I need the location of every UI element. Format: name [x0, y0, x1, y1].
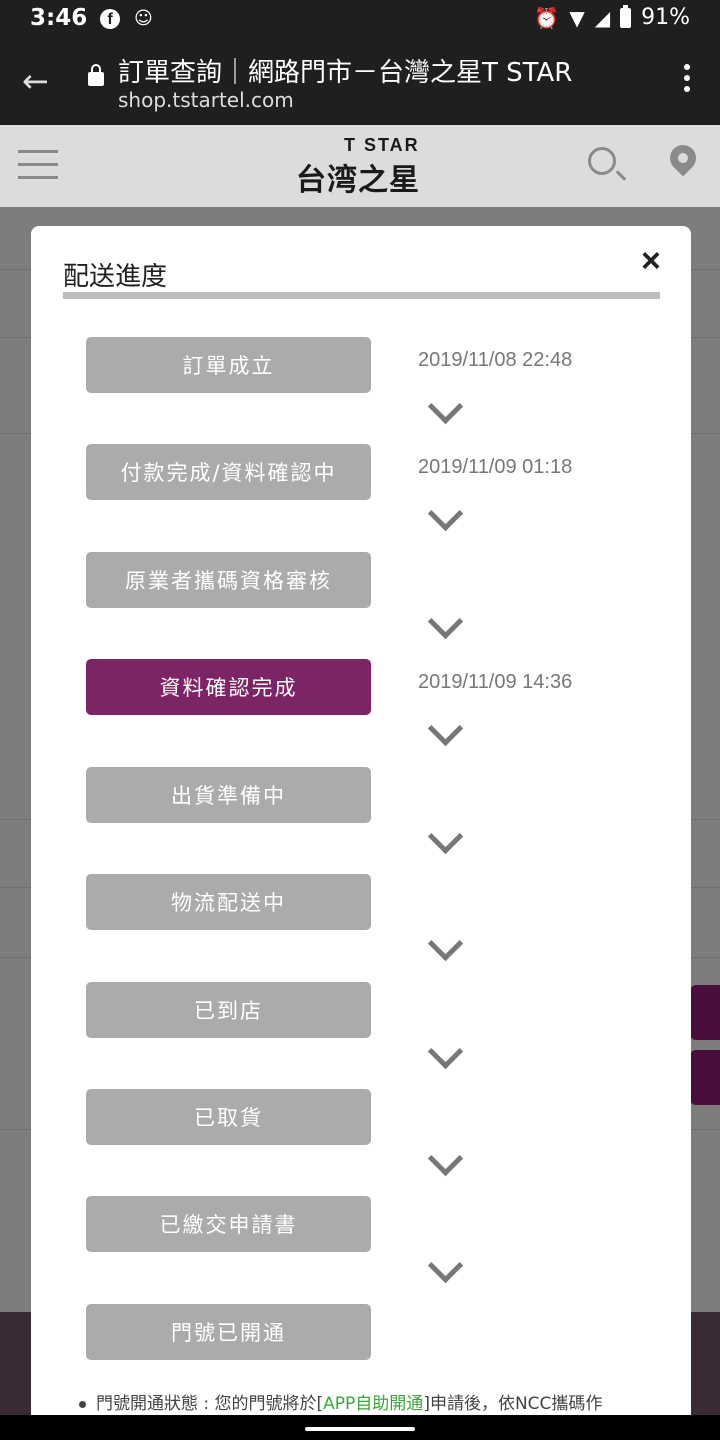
delivery-progress-modal: 配送進度 × 訂單成立 2019/11/08 22:48 付款完成/資料確認中 … — [31, 226, 691, 1415]
step-order-created: 訂單成立 — [86, 337, 371, 393]
chevron-down-icon — [429, 505, 461, 537]
chevron-down-icon — [429, 720, 461, 752]
url-text[interactable]: shop.tstartel.com — [118, 88, 294, 112]
back-arrow-icon[interactable]: ← — [22, 62, 49, 100]
battery-level: 91% — [641, 5, 690, 30]
signal-icon: ◢ — [594, 5, 611, 30]
step-time: 2019/11/08 22:48 — [418, 349, 573, 371]
chevron-down-icon — [429, 1257, 461, 1289]
modal-title: 配送進度 — [63, 262, 168, 292]
step-in-delivery: 物流配送中 — [86, 874, 371, 930]
step-number-activated: 門號已開通 — [86, 1304, 371, 1360]
logo-main[interactable]: 台湾之星 — [296, 155, 420, 199]
chevron-down-icon — [429, 935, 461, 967]
bg-button — [690, 985, 720, 1040]
bullet-icon — [79, 1400, 86, 1408]
status-icons: ⏰ ▼ ◢ 91% — [534, 4, 690, 30]
alarm-icon: ⏰ — [534, 5, 560, 30]
step-time: 2019/11/09 14:36 — [418, 671, 573, 693]
status-time: 3:46 — [30, 5, 88, 31]
chevron-down-icon — [429, 828, 461, 860]
chevron-down-icon — [429, 1043, 461, 1075]
step-picked-up: 已取貨 — [86, 1089, 371, 1145]
face-icon: ☺ — [134, 8, 153, 29]
system-nav-bar — [0, 1415, 720, 1440]
more-menu-icon[interactable] — [684, 64, 690, 97]
note-prefix: 門號開通狀態 : 您的門號將於[ — [96, 1394, 324, 1414]
close-icon[interactable]: × — [641, 244, 661, 278]
status-bar: 3:46 f ☺ ⏰ ▼ ◢ 91% — [0, 0, 720, 40]
battery-icon — [620, 4, 632, 28]
step-time: 2019/11/09 01:18 — [418, 456, 573, 478]
logo-tstar[interactable]: T STAR — [344, 135, 420, 156]
chevron-down-icon — [429, 613, 461, 645]
search-icon[interactable] — [588, 147, 616, 175]
step-arrived-store: 已到店 — [86, 982, 371, 1038]
app-activation-link[interactable]: APP自助開通 — [323, 1394, 423, 1414]
browser-toolbar: ← 訂單查詢｜網路門市－台灣之星T STAR shop.tstartel.com — [0, 40, 720, 125]
facebook-icon: f — [100, 9, 120, 29]
wifi-icon: ▼ — [569, 5, 585, 30]
step-payment-complete: 付款完成/資料確認中 — [86, 444, 371, 500]
chevron-down-icon — [429, 398, 461, 430]
hamburger-menu-icon[interactable] — [18, 150, 58, 189]
lock-icon[interactable] — [88, 64, 104, 86]
site-header: T STAR 台湾之星 — [0, 125, 720, 332]
home-gesture-pill[interactable] — [305, 1427, 415, 1431]
bg-button — [690, 1050, 720, 1105]
location-pin-icon[interactable] — [664, 139, 702, 177]
title-divider — [63, 292, 660, 299]
page-title[interactable]: 訂單查詢｜網路門市－台灣之星T STAR — [118, 52, 572, 89]
note-suffix: ]申請後，依NCC攜碼作 — [423, 1394, 603, 1414]
step-application-submitted: 已繳交申請書 — [86, 1196, 371, 1252]
step-preparing-shipment: 出貨準備中 — [86, 767, 371, 823]
activation-note: 門號開通狀態 : 您的門號將於[APP自助開通]申請後，依NCC攜碼作 — [79, 1389, 602, 1414]
step-data-confirmed: 資料確認完成 — [86, 659, 371, 715]
step-port-review: 原業者攜碼資格審核 — [86, 552, 371, 608]
chevron-down-icon — [429, 1150, 461, 1182]
